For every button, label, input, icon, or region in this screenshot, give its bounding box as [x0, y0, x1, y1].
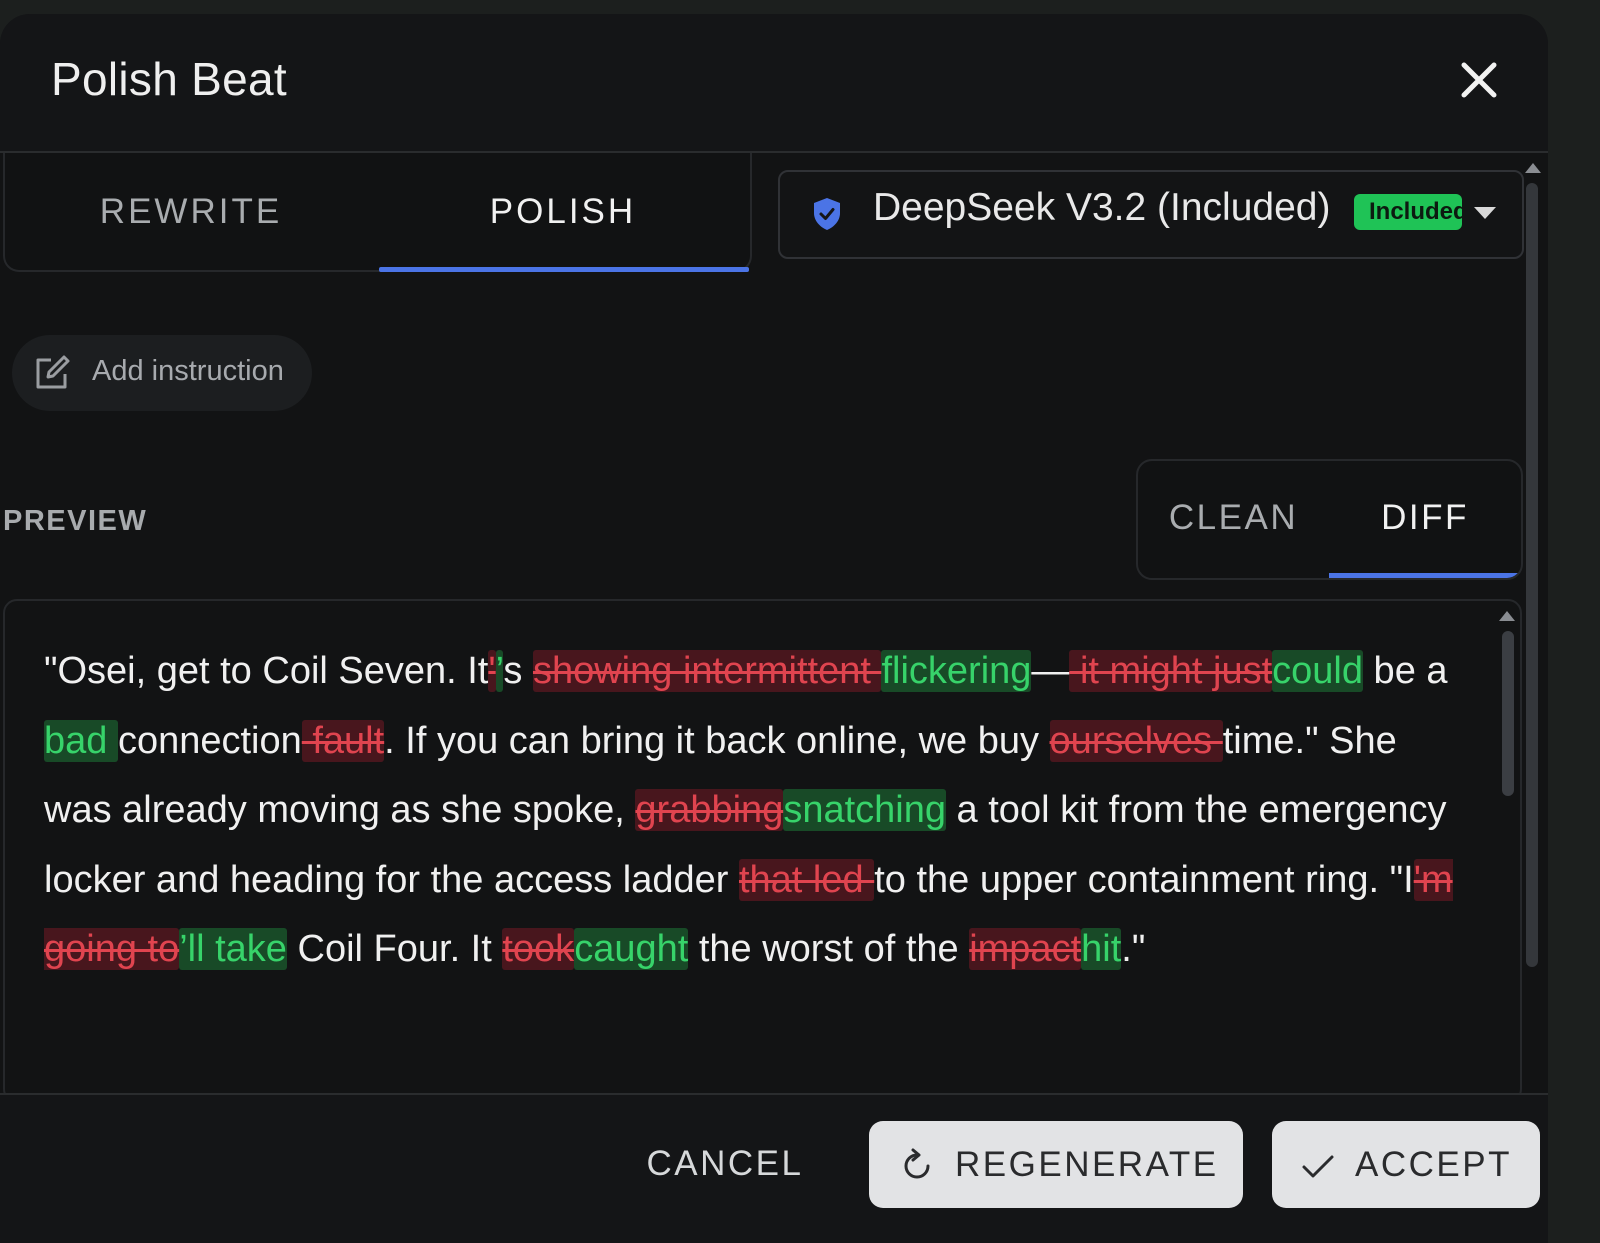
preview-scroll-up-icon[interactable] — [1499, 611, 1515, 621]
inserted-text: could — [1272, 650, 1363, 692]
edit-icon — [36, 355, 70, 389]
cancel-button[interactable]: CANCEL — [630, 1121, 820, 1207]
dialog-title: Polish Beat — [51, 53, 287, 105]
dialog-footer: CANCEL REGENERATE ACCEPT — [0, 1093, 1548, 1243]
deleted-text: ourselves — [1049, 719, 1223, 762]
deleted-text: fault — [301, 719, 385, 762]
inserted-text: flickering — [881, 650, 1032, 692]
tab-rewrite[interactable]: REWRITE — [5, 153, 377, 270]
shield-check-icon — [814, 198, 840, 230]
polish-beat-dialog: Polish Beat REWRITE POLISH DeepSeek V3.2… — [0, 14, 1548, 1243]
inserted-text: hit — [1081, 928, 1122, 970]
preview-heading: PREVIEW — [3, 505, 148, 537]
tab-polish[interactable]: POLISH — [377, 153, 749, 270]
view-tabs: CLEAN DIFF — [1136, 459, 1523, 580]
active-view-indicator — [1329, 573, 1521, 578]
model-name: DeepSeek V3.2 (Included) — [873, 186, 1331, 229]
deleted-text: showing intermittent — [532, 650, 882, 692]
tab-clean[interactable]: CLEAN — [1138, 461, 1329, 575]
unchanged-text: ." — [1121, 928, 1146, 970]
refresh-icon — [904, 1148, 930, 1179]
inserted-text: caught — [574, 928, 689, 970]
deleted-text: took — [502, 928, 575, 970]
unchanged-text: connection — [117, 719, 302, 762]
included-badge: Included — [1354, 194, 1462, 230]
regenerate-label: REGENERATE — [955, 1145, 1219, 1184]
unchanged-text: . If you can bring it back online, we bu… — [384, 719, 1050, 762]
deleted-text: impact — [969, 928, 1082, 970]
unchanged-text: Coil Four. It — [286, 928, 503, 970]
dialog-scroll-up-icon[interactable] — [1525, 163, 1541, 173]
diff-preview: "Osei, get to Coil Seven. It'’s showing … — [3, 599, 1522, 1103]
unchanged-text: the worst of the — [688, 928, 970, 970]
inserted-text: ’ll take — [179, 928, 287, 970]
deleted-text: it might just — [1069, 650, 1273, 692]
preview-scrollbar-thumb[interactable] — [1502, 631, 1514, 796]
check-icon — [1302, 1155, 1334, 1178]
unchanged-text: "Osei, get to Coil Seven. It — [44, 650, 489, 692]
chevron-down-icon — [1474, 207, 1496, 219]
diff-text: "Osei, get to Coil Seven. It'’s showing … — [44, 637, 1454, 985]
deleted-text: ' — [488, 650, 496, 692]
unchanged-text: s — [503, 650, 533, 692]
deleted-text: that led — [738, 858, 875, 901]
mode-tabs: REWRITE POLISH — [3, 153, 752, 272]
unchanged-text: to the upper containment ring. "I — [874, 858, 1414, 901]
close-icon[interactable] — [1457, 58, 1501, 102]
model-select[interactable]: DeepSeek V3.2 (Included) Included — [778, 170, 1524, 259]
unchanged-text: be a — [1363, 650, 1448, 692]
add-instruction-button[interactable]: Add instruction — [12, 335, 312, 411]
accept-label: ACCEPT — [1355, 1145, 1512, 1184]
inserted-text: snatching — [783, 789, 946, 831]
unchanged-text: — — [1031, 650, 1070, 692]
dialog-body: REWRITE POLISH DeepSeek V3.2 (Included) … — [0, 153, 1548, 1103]
accept-button[interactable]: ACCEPT — [1272, 1121, 1540, 1208]
dialog-header: Polish Beat — [0, 14, 1548, 153]
dialog-scrollbar-thumb[interactable] — [1526, 183, 1538, 967]
add-instruction-label: Add instruction — [92, 355, 284, 387]
regenerate-button[interactable]: REGENERATE — [869, 1121, 1243, 1208]
deleted-text: grabbing — [635, 789, 784, 831]
tab-diff[interactable]: DIFF — [1329, 461, 1521, 575]
active-tab-indicator — [379, 267, 749, 272]
inserted-text: bad — [44, 719, 118, 762]
